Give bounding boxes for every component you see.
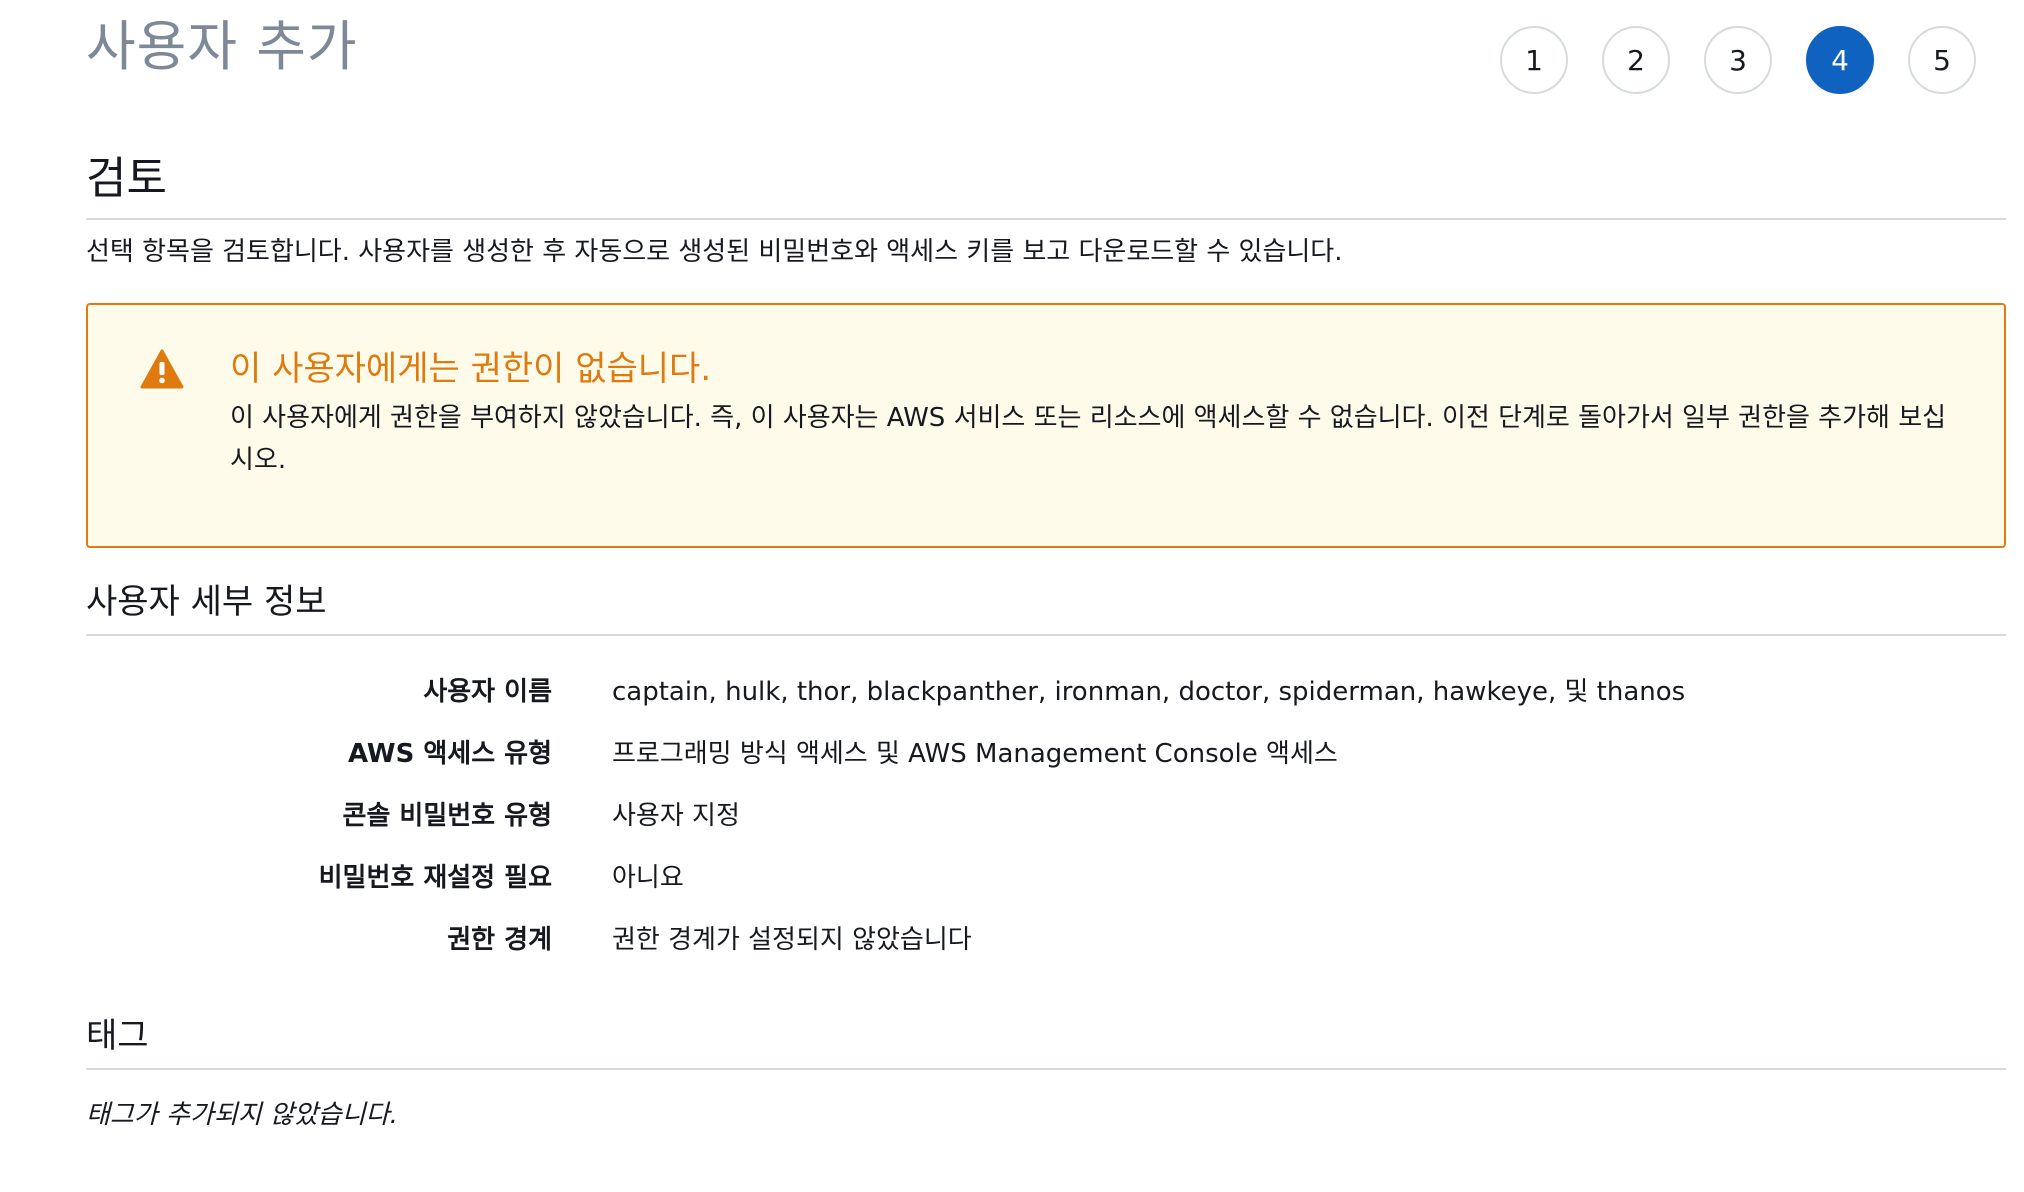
- alert-body: 이 사용자에게 권한을 부여하지 않았습니다. 즉, 이 사용자는 AWS 서비…: [230, 403, 1947, 475]
- detail-value: 아니요: [612, 862, 684, 893]
- detail-value: 프로그래밍 방식 액세스 및 AWS Management Console 액세…: [612, 738, 1338, 769]
- step-4-current[interactable]: 4: [1806, 26, 1874, 94]
- add-user-review-page: 사용자 추가 1 2 3 4 5 검토 선택 항목을 검토합니다. 사용자를 생…: [0, 0, 2024, 1192]
- user-details-list: 사용자 이름 captain, hulk, thor, blackpanther…: [86, 658, 1986, 968]
- detail-value: 사용자 지정: [612, 800, 740, 831]
- alert-title: 이 사용자에게는 권한이 없습니다.: [230, 349, 712, 389]
- review-description: 선택 항목을 검토합니다. 사용자를 생성한 후 자동으로 생성된 비밀번호와 …: [86, 237, 1343, 267]
- detail-value: 권한 경계가 설정되지 않았습니다: [612, 924, 972, 955]
- wizard-steps: 1 2 3 4 5: [1500, 26, 1976, 94]
- step-2[interactable]: 2: [1602, 26, 1670, 94]
- step-1[interactable]: 1: [1500, 26, 1568, 94]
- detail-label: 사용자 이름: [423, 676, 552, 707]
- no-permissions-alert: 이 사용자에게는 권한이 없습니다. 이 사용자에게 권한을 부여하지 않았습니…: [86, 303, 2006, 548]
- detail-row-console-password-type: 콘솔 비밀번호 유형 사용자 지정: [86, 782, 1986, 844]
- tags-empty-message: 태그가 추가되지 않았습니다.: [86, 1100, 398, 1130]
- detail-value: captain, hulk, thor, blackpanther, ironm…: [612, 676, 1686, 707]
- tags-heading: 태그: [86, 1012, 2006, 1070]
- warning-icon: [140, 349, 184, 389]
- detail-row-permissions-boundary: 권한 경계 권한 경계가 설정되지 않았습니다: [86, 906, 1986, 968]
- step-3[interactable]: 3: [1704, 26, 1772, 94]
- detail-label: 비밀번호 재설정 필요: [318, 862, 552, 893]
- user-details-heading: 사용자 세부 정보: [86, 578, 2006, 636]
- detail-row-password-reset: 비밀번호 재설정 필요 아니요: [86, 844, 1986, 906]
- review-heading: 검토: [86, 152, 2006, 220]
- page-title: 사용자 추가: [86, 15, 358, 78]
- detail-row-user-name: 사용자 이름 captain, hulk, thor, blackpanther…: [86, 658, 1986, 720]
- detail-row-access-type: AWS 액세스 유형 프로그래밍 방식 액세스 및 AWS Management…: [86, 720, 1986, 782]
- detail-label: 콘솔 비밀번호 유형: [342, 800, 552, 831]
- step-5[interactable]: 5: [1908, 26, 1976, 94]
- detail-label: AWS 액세스 유형: [347, 738, 552, 769]
- detail-label: 권한 경계: [447, 924, 552, 955]
